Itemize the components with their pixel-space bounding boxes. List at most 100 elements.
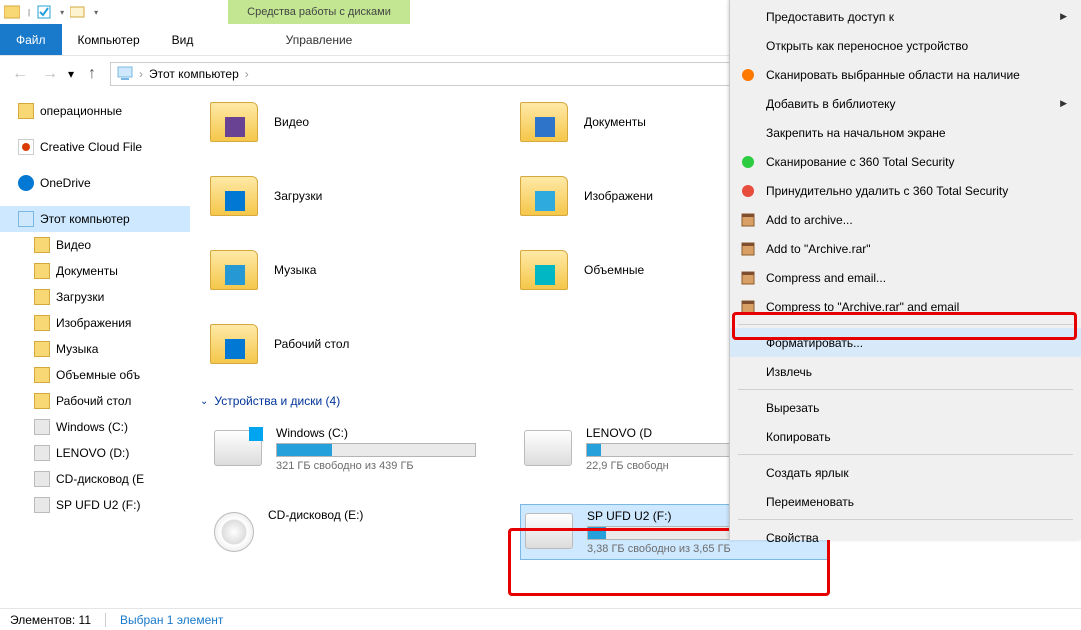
menu-item[interactable]: Переименовать	[730, 487, 1081, 516]
menu-item-label: Свойства	[766, 531, 819, 545]
menu-item[interactable]: Добавить в библиотеку▶	[730, 89, 1081, 118]
folder-icon	[210, 102, 258, 142]
menu-item[interactable]: Копировать	[730, 422, 1081, 451]
breadcrumb-segment[interactable]: Этот компьютер	[149, 67, 239, 81]
tree-item-label: CD-дисковод (E	[56, 472, 144, 486]
menu-item[interactable]: Compress to "Archive.rar" and email	[730, 292, 1081, 321]
menu-item-label: Add to archive...	[766, 213, 853, 227]
menu-item-label: Переименовать	[766, 495, 854, 509]
pc-icon	[18, 211, 34, 227]
cc-icon	[18, 139, 34, 155]
menu-item[interactable]: Сканировать выбранные области на наличие	[730, 60, 1081, 89]
folder-item[interactable]: Загрузки	[210, 174, 520, 218]
drive-icon	[34, 471, 50, 487]
menu-item[interactable]: Принудительно удалить с 360 Total Securi…	[730, 176, 1081, 205]
tree-item-label: Windows (C:)	[56, 420, 128, 434]
folder-icon	[520, 250, 568, 290]
drive-name: CD-дисковод (E:)	[268, 508, 363, 522]
submenu-arrow-icon: ▶	[1060, 11, 1067, 22]
folder-label: Загрузки	[274, 189, 322, 203]
menu-item[interactable]: Извлечь	[730, 357, 1081, 386]
menu-item-label: Сканирование с 360 Total Security	[766, 155, 955, 169]
nav-forward-button[interactable]: →	[38, 62, 62, 86]
qat-newfolder-icon[interactable]	[70, 4, 86, 20]
360r-icon	[740, 183, 756, 199]
tree-item[interactable]: CD-дисковод (E	[0, 466, 190, 492]
menu-item[interactable]: Закрепить на начальном экране	[730, 118, 1081, 147]
menu-item[interactable]: Предоставить доступ к ▶	[730, 2, 1081, 31]
tree-item[interactable]: Объемные объ	[0, 362, 190, 388]
tree-item[interactable]: операционные	[0, 98, 190, 124]
menu-item-label: Предоставить доступ к	[766, 10, 894, 24]
tab-computer[interactable]: Компьютер	[62, 24, 156, 55]
folder-icon	[210, 324, 258, 364]
nav-history-dropdown[interactable]: ▾	[68, 67, 74, 81]
drive-usage-bar	[276, 443, 476, 457]
menu-item[interactable]: Add to "Archive.rar"	[730, 234, 1081, 263]
tree-item[interactable]: Видео	[0, 232, 190, 258]
menu-item[interactable]: Add to archive...	[730, 205, 1081, 234]
menu-item-label: Открыть как переносное устройство	[766, 39, 968, 53]
tree-item[interactable]: Windows (C:)	[0, 414, 190, 440]
folder-item[interactable]: Рабочий стол	[210, 322, 520, 366]
menu-item[interactable]: Открыть как переносное устройство	[730, 31, 1081, 60]
folder-icon	[34, 367, 50, 383]
tab-manage[interactable]: Управление	[228, 24, 410, 56]
menu-item[interactable]: Форматировать...	[730, 328, 1081, 357]
tree-item[interactable]: OneDrive	[0, 170, 190, 196]
folder-icon	[210, 176, 258, 216]
menu-item[interactable]: Свойства	[730, 523, 1081, 552]
nav-up-button[interactable]: ↑	[80, 62, 104, 86]
submenu-arrow-icon: ▶	[1060, 98, 1067, 109]
tab-file[interactable]: Файл	[0, 24, 62, 55]
folder-icon	[210, 250, 258, 290]
drive-icon	[34, 497, 50, 513]
folder-item[interactable]: Музыка	[210, 248, 520, 292]
folder-icon	[34, 237, 50, 253]
collapse-caret-icon[interactable]: ⌄	[200, 396, 208, 407]
tree-item[interactable]: Документы	[0, 258, 190, 284]
menu-item[interactable]: Compress and email...	[730, 263, 1081, 292]
qat-properties-icon[interactable]	[36, 4, 52, 20]
drive-icon	[214, 512, 254, 552]
tree-item-label: Этот компьютер	[40, 212, 130, 226]
tree-item-label: Документы	[56, 264, 118, 278]
menu-item-label: Копировать	[766, 430, 831, 444]
tree-item[interactable]: Рабочий стол	[0, 388, 190, 414]
tree-item[interactable]: Creative Cloud File	[0, 134, 190, 160]
folder-icon	[34, 393, 50, 409]
tree-item-label: Видео	[56, 238, 91, 252]
status-separator	[105, 613, 106, 627]
drive-item[interactable]: Windows (C:) 321 ГБ свободно из 439 ГБ	[210, 422, 520, 476]
folder-icon	[520, 102, 568, 142]
nav-back-button[interactable]: ←	[8, 62, 32, 86]
drive-item[interactable]: CD-дисковод (E:)	[210, 504, 520, 560]
tree-item-label: LENOVO (D:)	[56, 446, 129, 460]
menu-item[interactable]: Сканирование с 360 Total Security	[730, 147, 1081, 176]
breadcrumb-chevron-icon[interactable]: ›	[245, 67, 249, 81]
360g-icon	[740, 154, 756, 170]
tab-view[interactable]: Вид	[156, 24, 210, 55]
tree-item-label: Изображения	[56, 316, 131, 330]
tree-item[interactable]: Загрузки	[0, 284, 190, 310]
section-label: Устройства и диски (4)	[214, 394, 340, 408]
qat-customize-icon[interactable]: ▾	[94, 8, 98, 17]
menu-item-label: Форматировать...	[766, 336, 863, 350]
menu-item[interactable]: Вырезать	[730, 393, 1081, 422]
tree-item-label: Creative Cloud File	[40, 140, 142, 154]
cloud-icon	[18, 175, 34, 191]
winrar-icon	[740, 270, 756, 286]
tree-item[interactable]: LENOVO (D:)	[0, 440, 190, 466]
folder-label: Рабочий стол	[274, 337, 349, 351]
tree-item[interactable]: SP UFD U2 (F:)	[0, 492, 190, 518]
folder-icon	[34, 263, 50, 279]
tree-item[interactable]: Музыка	[0, 336, 190, 362]
menu-item[interactable]: Создать ярлык	[730, 458, 1081, 487]
tree-item[interactable]: Этот компьютер	[0, 206, 190, 232]
tree-item[interactable]: Изображения	[0, 310, 190, 336]
folder-icon	[34, 341, 50, 357]
folder-item[interactable]: Видео	[210, 100, 520, 144]
tree-item-label: Объемные объ	[56, 368, 140, 382]
breadcrumb-chevron-icon[interactable]: ›	[139, 67, 143, 81]
chevron-down-icon[interactable]: ▾	[60, 8, 64, 17]
